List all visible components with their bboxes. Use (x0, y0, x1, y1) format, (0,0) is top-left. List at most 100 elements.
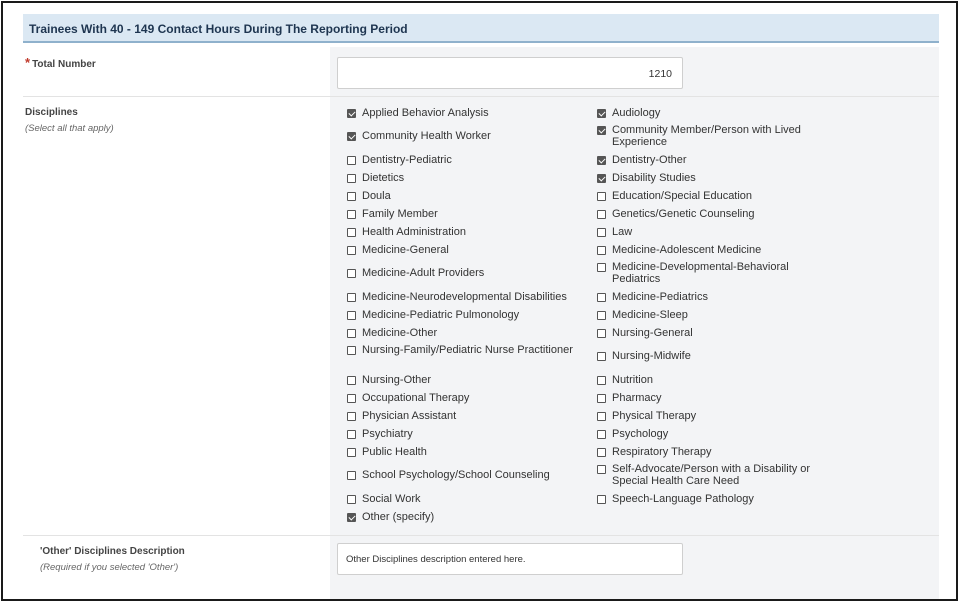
checkbox-medicine-developmental-behavioral-pediatrics[interactable]: Medicine-Developmental-Behavioral Pediat… (597, 261, 832, 285)
checkbox-label: Law (612, 226, 633, 238)
checkbox-audiology[interactable]: Audiology (597, 107, 832, 119)
checkbox-box[interactable] (347, 131, 356, 141)
checkbox-label: Physical Therapy (612, 410, 697, 422)
checkbox-box[interactable] (347, 346, 356, 355)
checkbox-label: Nursing-General (612, 327, 693, 339)
checkbox-box[interactable] (347, 209, 356, 219)
checkbox-medicine-neurodevelopmental-disabilities[interactable]: Medicine-Neurodevelopmental Disabilities (347, 291, 582, 303)
checkbox-box[interactable] (347, 191, 356, 201)
checkbox-occupational-therapy[interactable]: Occupational Therapy (347, 392, 582, 404)
checkbox-dietetics[interactable]: Dietetics (347, 172, 582, 184)
checkbox-label: Education/Special Education (612, 190, 753, 202)
checkbox-box[interactable] (597, 191, 606, 201)
checkbox-box[interactable] (597, 465, 606, 474)
checkbox-box[interactable] (347, 411, 356, 421)
checkbox-box[interactable] (597, 494, 606, 504)
checkbox-box[interactable] (597, 126, 606, 135)
checkbox-label: Public Health (362, 446, 427, 458)
checkbox-dentistry-other[interactable]: Dentistry-Other (597, 154, 832, 166)
checkbox-social-work[interactable]: Social Work (347, 493, 582, 505)
checkbox-education-special-education[interactable]: Education/Special Education (597, 190, 832, 202)
checkbox-box[interactable] (347, 268, 356, 278)
checkbox-box[interactable] (347, 173, 356, 183)
checkbox-label: Medicine-Neurodevelopmental Disabilities (362, 291, 567, 303)
checkbox-box[interactable] (347, 494, 356, 504)
checkbox-box[interactable] (347, 245, 356, 255)
checkbox-box[interactable] (597, 227, 606, 237)
other-description-label: 'Other' Disciplines Description (40, 546, 185, 557)
checkbox-box[interactable] (597, 429, 606, 439)
checkbox-box[interactable] (347, 108, 356, 118)
checkbox-box[interactable] (597, 155, 606, 165)
checkbox-community-member-person-with-lived-experience[interactable]: Community Member/Person with Lived Exper… (597, 124, 832, 148)
checkbox-physical-therapy[interactable]: Physical Therapy (597, 410, 832, 422)
checkbox-label: Family Member (362, 208, 438, 220)
checkbox-medicine-pediatrics[interactable]: Medicine-Pediatrics (597, 291, 832, 303)
checkbox-nursing-other[interactable]: Nursing-Other (347, 374, 582, 386)
checkbox-applied-behavior-analysis[interactable]: Applied Behavior Analysis (347, 107, 582, 119)
checkbox-box[interactable] (597, 411, 606, 421)
checkbox-respiratory-therapy[interactable]: Respiratory Therapy (597, 446, 832, 458)
checkbox-medicine-adolescent-medicine[interactable]: Medicine-Adolescent Medicine (597, 244, 832, 256)
checkbox-box[interactable] (597, 292, 606, 302)
checkbox-box[interactable] (597, 310, 606, 320)
checkbox-psychology[interactable]: Psychology (597, 428, 832, 440)
checkbox-box[interactable] (597, 173, 606, 183)
checkbox-box[interactable] (347, 429, 356, 439)
checkbox-health-administration[interactable]: Health Administration (347, 226, 582, 238)
checkbox-box[interactable] (597, 209, 606, 219)
checkbox-medicine-general[interactable]: Medicine-General (347, 244, 582, 256)
checkbox-box[interactable] (597, 447, 606, 457)
checkbox-box[interactable] (597, 351, 606, 361)
checkbox-pharmacy[interactable]: Pharmacy (597, 392, 832, 404)
checkbox-box[interactable] (347, 155, 356, 165)
checkbox-community-health-worker[interactable]: Community Health Worker (347, 130, 582, 142)
checkbox-box[interactable] (347, 292, 356, 302)
checkbox-nursing-midwife[interactable]: Nursing-Midwife (597, 350, 832, 362)
checkbox-physician-assistant[interactable]: Physician Assistant (347, 410, 582, 422)
checkbox-public-health[interactable]: Public Health (347, 446, 582, 458)
checkbox-box[interactable] (597, 263, 606, 272)
checkbox-school-psychology-school-counseling[interactable]: School Psychology/School Counseling (347, 469, 582, 481)
checkbox-box[interactable] (347, 328, 356, 338)
checkbox-nursing-general[interactable]: Nursing-General (597, 327, 832, 339)
checkbox-box[interactable] (597, 108, 606, 118)
checkbox-label: Speech-Language Pathology (612, 493, 754, 505)
checkbox-box[interactable] (597, 393, 606, 403)
checkbox-genetics-genetic-counseling[interactable]: Genetics/Genetic Counseling (597, 208, 832, 220)
section-header: Trainees With 40 - 149 Contact Hours Dur… (23, 14, 939, 43)
checkbox-nursing-family-pediatric-nurse-practitioner[interactable]: Nursing-Family/Pediatric Nurse Practitio… (347, 344, 582, 356)
checkbox-disability-studies[interactable]: Disability Studies (597, 172, 832, 184)
checkbox-other-specify[interactable]: Other (specify) (347, 511, 582, 523)
checkbox-family-member[interactable]: Family Member (347, 208, 582, 220)
checkbox-label: Dentistry-Other (612, 154, 687, 166)
checkbox-label: Genetics/Genetic Counseling (612, 208, 755, 220)
checkbox-doula[interactable]: Doula (347, 190, 582, 202)
total-number-input[interactable]: 1210 (337, 57, 683, 89)
checkbox-medicine-other[interactable]: Medicine-Other (347, 327, 582, 339)
checkbox-dentistry-pediatric[interactable]: Dentistry-Pediatric (347, 154, 582, 166)
checkbox-psychiatry[interactable]: Psychiatry (347, 428, 582, 440)
checkbox-box[interactable] (347, 447, 356, 457)
checkbox-self-advocate-person-with-a-disability-or-special-health-care-need[interactable]: Self-Advocate/Person with a Disability o… (597, 463, 832, 487)
form-frame: Trainees With 40 - 149 Contact Hours Dur… (1, 1, 958, 601)
checkbox-label: Occupational Therapy (362, 392, 470, 404)
checkbox-medicine-sleep[interactable]: Medicine-Sleep (597, 309, 832, 321)
checkbox-medicine-adult-providers[interactable]: Medicine-Adult Providers (347, 267, 582, 279)
checkbox-box[interactable] (597, 328, 606, 338)
checkbox-box[interactable] (347, 393, 356, 403)
checkbox-speech-language-pathology[interactable]: Speech-Language Pathology (597, 493, 832, 505)
checkbox-medicine-pediatric-pulmonology[interactable]: Medicine-Pediatric Pulmonology (347, 309, 582, 321)
checkbox-label: Community Member/Person with Lived Exper… (612, 124, 801, 148)
checkbox-box[interactable] (347, 375, 356, 385)
checkbox-box[interactable] (597, 375, 606, 385)
checkbox-box[interactable] (347, 310, 356, 320)
checkbox-law[interactable]: Law (597, 226, 832, 238)
checkbox-box[interactable] (347, 470, 356, 480)
checkbox-box[interactable] (597, 245, 606, 255)
checkbox-box[interactable] (347, 227, 356, 237)
checkbox-box[interactable] (347, 512, 356, 522)
other-description-input[interactable]: Other Disciplines description entered he… (337, 543, 683, 575)
checkbox-label: Other (specify) (362, 511, 435, 523)
checkbox-nutrition[interactable]: Nutrition (597, 374, 832, 386)
